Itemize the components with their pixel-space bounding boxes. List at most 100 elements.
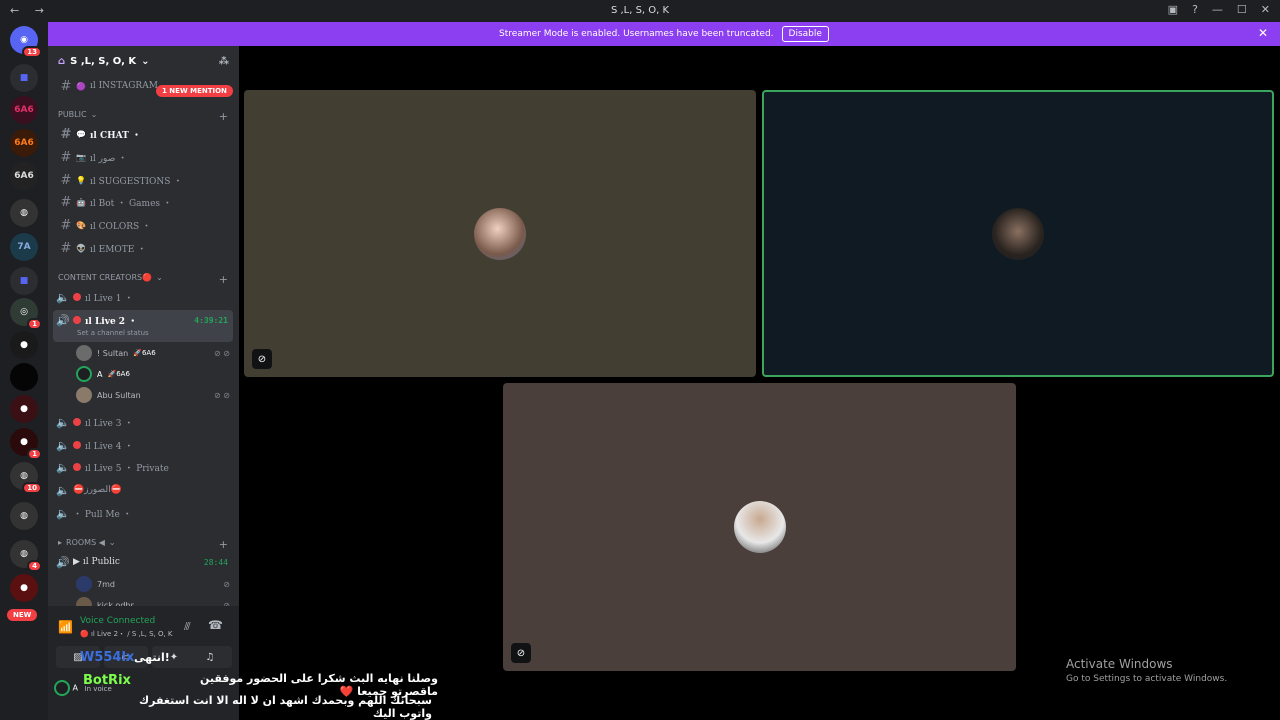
server-icon-6a6-pink[interactable]: 6A6 (10, 96, 38, 124)
category-content-creators[interactable]: CONTENT CREATORS🔴 ⌄ + (58, 273, 228, 286)
soundboard-button[interactable]: ♫ (188, 646, 232, 668)
channel-label: ıl Live 3 ・ (85, 418, 134, 429)
minimize-button[interactable]: — (1212, 3, 1223, 16)
overlay-name-3: انتهى! (134, 651, 170, 664)
voice-channel-public[interactable]: 🔊 ▶ ıl Public 28:44 (53, 552, 233, 572)
hash-icon: # (60, 126, 72, 142)
voice-channel-live5[interactable]: 🔈 ıl Live 5 ・ Private (53, 457, 233, 477)
new-mention-pill[interactable]: 1 NEW MENTION (156, 85, 233, 97)
server-icon[interactable] (10, 363, 38, 391)
speaker-icon: 🔈 (56, 506, 70, 520)
channel-chat[interactable]: # 💬 ıl CHAT ・ (56, 124, 234, 144)
voice-user[interactable]: A 🚀6A6 (76, 364, 232, 384)
category-label: ROOMS ◀ (66, 538, 105, 547)
server-icon-6a6-orange[interactable]: 6A6 (10, 129, 38, 157)
voice-status[interactable]: Voice Connected (80, 616, 155, 626)
channel-label: ıl INSTAGRAM (90, 81, 158, 91)
signal-icon[interactable]: 📶 (58, 620, 73, 634)
channel-label: ıl Live 1 ・ (85, 293, 134, 304)
muted-icon: ⊘ ⊘ (214, 348, 230, 358)
server-icon-small: ⌂ (58, 55, 66, 67)
server-icon-folder[interactable]: ◍ 10 (10, 462, 42, 494)
server-badge: 4 (27, 560, 42, 572)
channel-colors[interactable]: # 🎨 ıl COLORS ・ (56, 215, 234, 235)
voice-user[interactable]: 7md ⊘ (76, 574, 232, 594)
chevron-down-icon: ⌄ (90, 110, 98, 119)
add-channel-icon[interactable]: + (219, 273, 228, 286)
noise-suppression-icon[interactable]: ⫻ (184, 620, 191, 634)
server-badge: 1 (27, 448, 42, 460)
server-icon-7a[interactable]: 7A (10, 233, 38, 261)
play-icon: ▶ (73, 557, 80, 567)
category-public[interactable]: PUBLIC ⌄ + (58, 110, 228, 123)
channel-status[interactable]: Set a channel status (77, 329, 149, 337)
folder-icon[interactable]: ■ (10, 64, 38, 92)
video-tile[interactable]: ⊘ (244, 90, 756, 377)
channel-emote[interactable]: # 👽 ıl EMOTE ・ (56, 238, 234, 258)
voice-timer: 4:39:21 (194, 315, 228, 325)
speaker-icon: 🔊 (56, 313, 70, 327)
hash-icon: # (60, 172, 72, 188)
disconnect-icon[interactable]: ☎ (208, 618, 223, 632)
avatar (76, 366, 92, 382)
invite-icon[interactable]: ⁂ (219, 56, 229, 67)
channel-label: ıl Live 4 ・ (85, 441, 134, 452)
add-channel-icon[interactable]: + (219, 110, 228, 123)
camera-off-icon: ⊘ (511, 643, 531, 663)
video-tile[interactable]: ⊘ (503, 383, 1016, 671)
inbox-icon[interactable]: ▣ (1168, 3, 1178, 16)
voice-user[interactable]: ! Sultan 🚀6A6 ⊘ ⊘ (76, 343, 232, 363)
voice-channel-pull-me[interactable]: 🔈 ・ Pull Me ・ (53, 503, 233, 523)
help-icon[interactable]: ? (1192, 3, 1198, 16)
speaker-icon: 🔈 (56, 290, 70, 304)
streamer-mode-banner: Streamer Mode is enabled. Usernames have… (48, 22, 1280, 46)
hash-icon: # (60, 240, 72, 256)
server-icon-folder[interactable]: ◍ (10, 502, 38, 530)
voice-channel-photos[interactable]: 🔈 ⛔الصورز⛔ (53, 480, 233, 500)
voice-channel-live3[interactable]: 🔈 ıl Live 3 ・ (53, 412, 233, 432)
server-icon-folder[interactable]: ◍ 4 (10, 540, 42, 572)
server-icon[interactable]: ● 1 (10, 428, 42, 460)
add-channel-icon[interactable]: + (219, 538, 228, 551)
server-icon[interactable]: ● (10, 574, 38, 602)
chevron-down-icon: ⌄ (108, 538, 116, 547)
server-icon[interactable]: ● (10, 395, 38, 423)
close-window-button[interactable]: ✕ (1261, 3, 1270, 16)
folder-icon[interactable]: ■ (10, 267, 38, 295)
channel-emoji: 🤖 (76, 197, 86, 207)
user-name: 7md (97, 579, 115, 589)
voice-channel-live4[interactable]: 🔈 ıl Live 4 ・ (53, 435, 233, 455)
new-pill[interactable]: NEW (7, 609, 38, 621)
overlay-name-1: W554lx (80, 650, 135, 665)
video-tile-speaking[interactable] (762, 90, 1274, 377)
channel-label: ıl Live 5 ・ Private (85, 463, 169, 474)
voice-user[interactable]: Abu Sultan ⊘ ⊘ (76, 385, 232, 405)
channel-label: ıl SUGGESTIONS ・ (90, 176, 183, 187)
voice-stage: ⊘ ⊘ (239, 46, 1280, 720)
server-icon-active[interactable]: ◎ 1 (10, 298, 42, 330)
activate-windows-subtitle: Go to Settings to activate Windows. (1066, 674, 1228, 684)
channel-emoji: 👽 (76, 243, 86, 253)
disable-button[interactable]: Disable (781, 26, 829, 42)
voice-channel-live2[interactable]: 🔊 ıl Live 2 ・ 4:39:21 (53, 310, 233, 330)
server-icon-6a6-gray[interactable]: 6A6 (10, 162, 38, 190)
channel-label: ıl EMOTE ・ (90, 244, 147, 255)
category-rooms[interactable]: ▸ ROOMS ◀ ⌄ + (58, 538, 228, 551)
server-icon[interactable]: ● (10, 331, 38, 359)
server-icon-folder[interactable]: ◍ (10, 199, 38, 227)
avatar (76, 345, 92, 361)
channel-bot-games[interactable]: # 🤖 ıl Bot ・ Games ・ (56, 192, 234, 212)
channel-suggestions[interactable]: # 💡 ıl SUGGESTIONS ・ (56, 170, 234, 190)
voice-channel-live1[interactable]: 🔈 ıl Live 1 ・ (53, 287, 233, 307)
muted-icon: ⊘ (223, 579, 230, 589)
close-icon[interactable]: ✕ (1258, 26, 1268, 40)
channel-photos[interactable]: # 📷 ıl صور ・ (56, 147, 234, 167)
voice-channel-path[interactable]: 🔴 ıl Live 2・ / S ,L, S, O, K (80, 629, 173, 639)
server-header[interactable]: ⌂ S ,L, S, O, K ⌄ ⁂ (48, 46, 239, 76)
maximize-button[interactable]: ☐ (1237, 3, 1247, 16)
instagram-icon: 🟣 (76, 81, 86, 91)
discord-home-icon[interactable]: ◉ 13 (10, 26, 42, 58)
channel-label: ıl COLORS ・ (90, 221, 152, 232)
user-tag: 🚀6A6 (133, 349, 156, 357)
channel-label: ⛔الصورز⛔ (73, 485, 122, 495)
